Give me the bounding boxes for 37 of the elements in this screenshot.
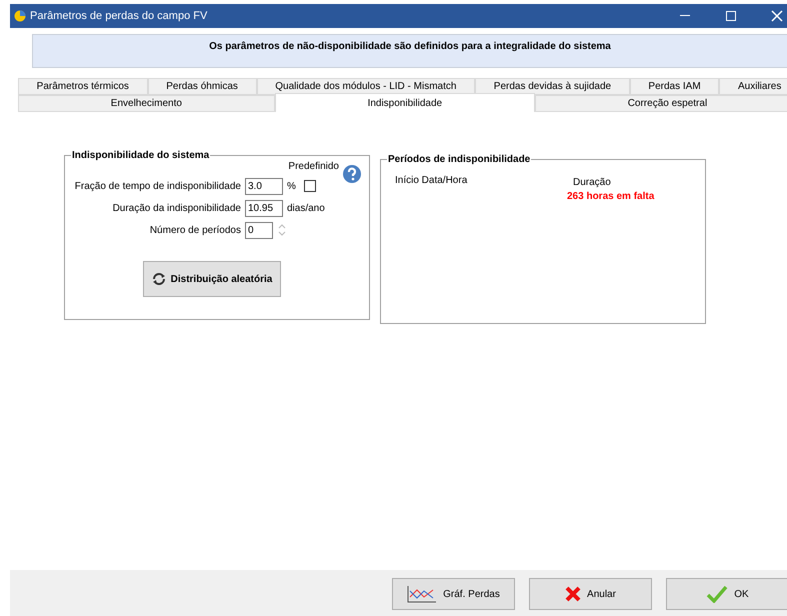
tab[interactable]: Perdas óhmicas [148,78,257,95]
maximize-icon[interactable] [726,11,736,21]
group-title: Períodos de indisponibilidade [387,154,532,165]
info-banner: Os parâmetros de não-disponibilidade são definidos para a integralidade do sistema [32,34,787,68]
unit-label: % [287,180,296,192]
input-field[interactable]: 0 [245,222,273,238]
refresh-icon [152,272,166,286]
field-label: Número de períodos [148,224,241,236]
app-icon [14,10,26,22]
close-icon [565,586,582,602]
chart-button[interactable]: Gráf. Perdas [392,578,515,610]
chart-icon [407,585,438,603]
close-icon[interactable] [771,10,783,22]
unit-label: dias/ano [287,202,325,214]
input-field[interactable]: 10.95 [245,200,283,216]
window-title: Parâmetros de perdas do campo FV [30,10,208,22]
tab[interactable]: Indisponibilidade [274,93,535,112]
help-icon[interactable] [343,165,361,183]
tab[interactable]: Correção espetral [534,95,787,112]
ok-button[interactable]: OK [666,578,787,610]
field-label: Fração de tempo de indisponibilidade [74,180,241,192]
predefined-checkbox[interactable] [304,180,316,192]
column-header: Duração [573,177,612,188]
missing-hours-warning: 263 horas em falta [567,191,654,202]
input-field[interactable]: 3.0 [245,178,283,194]
tab[interactable]: Parâmetros térmicos [18,78,148,95]
tab[interactable]: Perdas devidas à sujidade [475,78,630,95]
field-label: Duração da indisponibilidade [112,202,241,214]
tab[interactable]: Perdas IAM [630,78,720,95]
tab[interactable]: Envelhecimento [18,95,275,112]
tab[interactable]: Auxiliares [719,78,787,95]
predefined-label: Predefinido [288,161,339,172]
cancel-button[interactable]: Anular [529,578,652,610]
check-icon [706,585,728,603]
random-distribution-button[interactable]: Distribuição aleatória [143,261,281,297]
group-title: Indisponibilidade do sistema [71,150,210,161]
minimize-icon[interactable] [680,15,690,17]
